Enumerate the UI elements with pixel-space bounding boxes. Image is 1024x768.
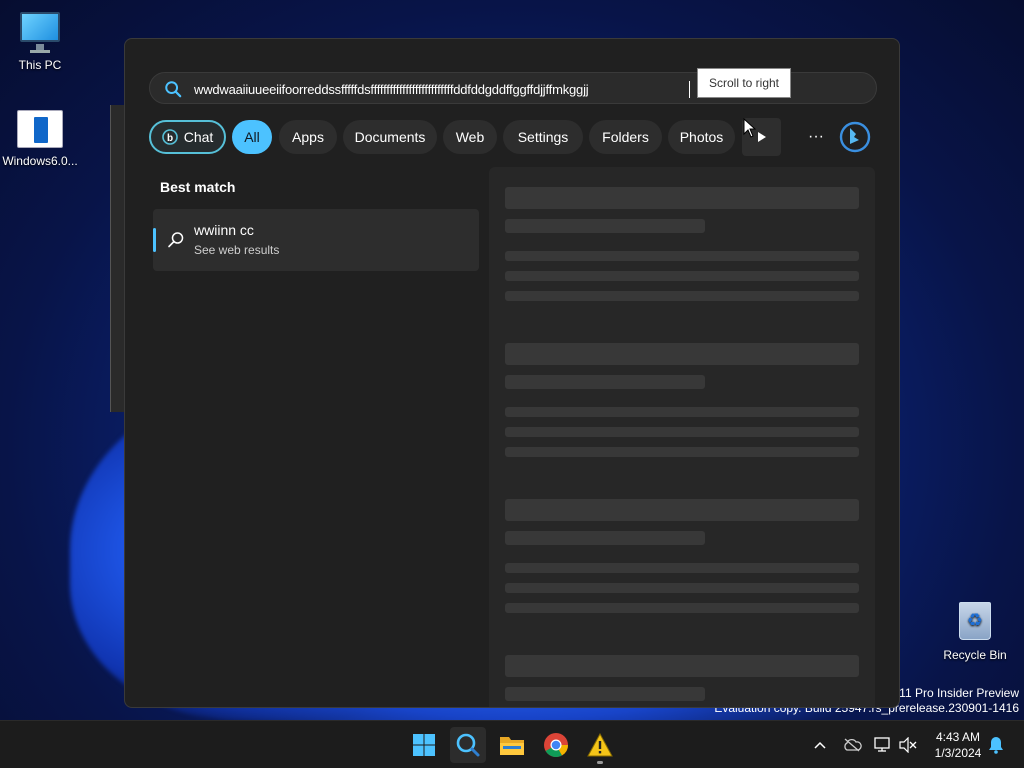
start-button[interactable] xyxy=(406,727,442,763)
volume-tray-button[interactable] xyxy=(898,735,918,755)
filter-photos[interactable]: Photos xyxy=(668,120,735,154)
clock-date: 1/3/2024 xyxy=(934,746,982,760)
search-panel: Scroll to right b Chat All Apps Document… xyxy=(124,38,900,708)
skeleton-title xyxy=(505,187,859,209)
search-icon xyxy=(165,81,182,98)
onedrive-tray-button[interactable] xyxy=(842,735,862,755)
selection-accent xyxy=(153,228,156,252)
monitor-icon xyxy=(18,10,62,54)
desktop-icon-recycle-bin[interactable]: ♻ Recycle Bin xyxy=(935,598,1015,662)
taskbar: 4:43 AM 1/3/2024 xyxy=(0,720,1024,768)
watermark-edition: s 11 Pro Insider Preview xyxy=(889,686,1019,700)
network-tray-button[interactable] xyxy=(873,735,893,755)
desktop-icon-this-pc[interactable]: This PC xyxy=(0,10,80,72)
filter-all[interactable]: All xyxy=(232,120,272,154)
chrome-button[interactable] xyxy=(538,727,574,763)
volume-muted-icon xyxy=(899,737,917,753)
warning-icon xyxy=(587,733,613,757)
preview-pane-loading xyxy=(489,167,875,707)
skeleton-line xyxy=(505,563,859,573)
file-explorer-button[interactable] xyxy=(494,727,530,763)
filter-documents[interactable]: Documents xyxy=(343,120,437,154)
chevron-up-icon xyxy=(814,741,826,749)
skeleton-line xyxy=(505,271,859,281)
filter-label: All xyxy=(244,129,260,145)
mouse-cursor-icon xyxy=(743,118,757,138)
filter-apps[interactable]: Apps xyxy=(279,120,337,154)
filter-label: Web xyxy=(455,129,485,145)
search-input[interactable] xyxy=(194,77,694,101)
skeleton-line xyxy=(505,583,859,593)
skeleton-title xyxy=(505,499,859,521)
desktop-icon-windows-file[interactable]: Windows6.0... xyxy=(0,110,80,168)
web-search-icon xyxy=(168,232,184,248)
recycle-bin-icon: ♻ xyxy=(957,598,993,640)
taskbar-search-button[interactable] xyxy=(450,727,486,763)
bing-icon[interactable] xyxy=(837,119,873,155)
cloud-offline-icon xyxy=(844,738,862,752)
skeleton-title xyxy=(505,655,859,677)
filter-label: Photos xyxy=(679,129,724,145)
scroll-right-tooltip: Scroll to right xyxy=(697,68,791,98)
file-explorer-icon xyxy=(500,737,524,755)
skeleton-line xyxy=(505,531,705,545)
more-options-button[interactable]: ··· xyxy=(801,122,831,152)
skeleton-line xyxy=(505,251,859,261)
filter-label: Settings xyxy=(517,129,569,145)
text-caret xyxy=(689,81,690,98)
clock-time: 4:43 AM xyxy=(935,730,981,744)
desktop-icon-label: This PC xyxy=(18,58,62,72)
clock[interactable]: 4:43 AM 1/3/2024 xyxy=(924,729,992,761)
chrome-icon xyxy=(544,733,568,758)
start-icon xyxy=(413,734,435,756)
result-subtitle: See web results xyxy=(194,243,280,257)
best-match-heading: Best match xyxy=(160,179,236,195)
play-right-icon xyxy=(757,132,766,142)
warning-app-button[interactable] xyxy=(582,727,618,763)
skeleton-line xyxy=(505,447,859,457)
filter-label: Apps xyxy=(292,129,324,145)
show-hidden-icons-button[interactable] xyxy=(810,735,830,755)
best-match-result[interactable]: wwiinn cc See web results xyxy=(153,209,479,271)
skeleton-line xyxy=(505,291,859,301)
network-icon xyxy=(874,737,890,752)
skeleton-line xyxy=(505,219,705,233)
desktop-icon-label: Recycle Bin xyxy=(943,648,1007,662)
filter-label: Documents xyxy=(354,129,426,145)
notifications-button[interactable] xyxy=(986,735,1006,755)
running-app-indicator xyxy=(597,761,603,764)
filter-folders[interactable]: Folders xyxy=(589,120,662,154)
skeleton-line xyxy=(505,375,705,389)
filter-chat[interactable]: b Chat xyxy=(149,120,226,154)
bing-chat-icon: b xyxy=(161,129,178,145)
filter-web[interactable]: Web xyxy=(443,120,497,154)
filter-label: Folders xyxy=(602,129,649,145)
file-icon xyxy=(17,110,63,148)
skeleton-line xyxy=(505,603,859,613)
skeleton-line xyxy=(505,687,705,701)
skeleton-line xyxy=(505,407,859,417)
filter-label: Chat xyxy=(183,129,214,145)
desktop-icon-label: Windows6.0... xyxy=(2,154,78,168)
filter-settings[interactable]: Settings xyxy=(503,120,583,154)
search-icon xyxy=(456,733,480,757)
skeleton-title xyxy=(505,343,859,365)
bell-icon xyxy=(989,737,1003,754)
result-title: wwiinn cc xyxy=(194,222,254,238)
svg-text:b: b xyxy=(167,133,173,144)
skeleton-line xyxy=(505,427,859,437)
